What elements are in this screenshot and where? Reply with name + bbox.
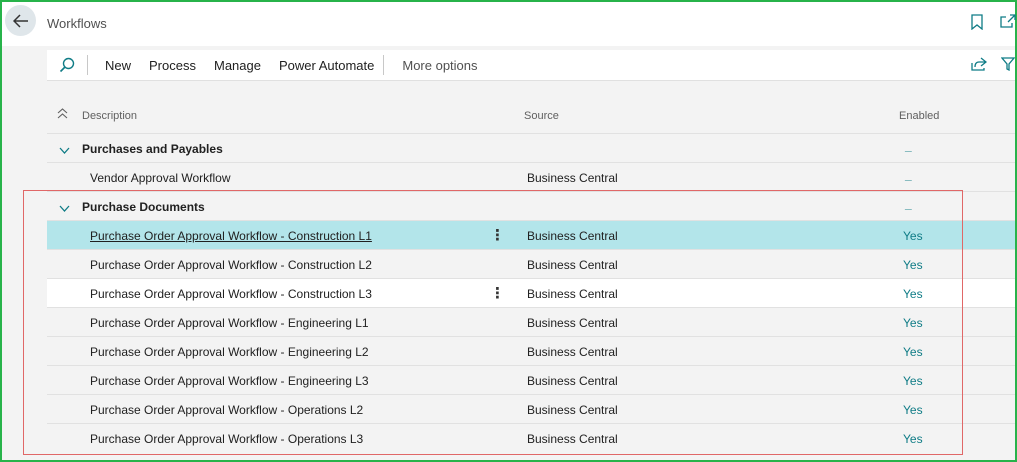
more-vertical-icon[interactable]: ⋮ xyxy=(490,226,505,244)
table-row[interactable]: Purchase Order Approval Workflow - Opera… xyxy=(47,423,1015,452)
enabled-value: _ xyxy=(905,168,912,182)
filter-icon[interactable] xyxy=(1000,57,1016,76)
separator xyxy=(87,55,88,75)
search-icon xyxy=(59,57,75,73)
action-bar-divider xyxy=(47,80,1015,81)
enabled-cell: Yes xyxy=(903,258,923,272)
source-cell: Business Central xyxy=(527,403,618,417)
group-name: Purchase Documents xyxy=(82,200,205,214)
enabled-cell: Yes xyxy=(903,403,923,417)
process-action[interactable]: Process xyxy=(140,50,205,80)
enabled-value: _ xyxy=(905,197,912,211)
description-cell: Purchase Order Approval Workflow - Const… xyxy=(90,287,372,301)
enabled-cell: Yes xyxy=(903,345,923,359)
table-row[interactable]: Purchase Order Approval Workflow - Engin… xyxy=(47,307,1015,336)
manage-action[interactable]: Manage xyxy=(205,50,270,80)
source-cell: Business Central xyxy=(527,258,618,272)
table-row[interactable]: Purchase Order Approval Workflow - Const… xyxy=(47,249,1015,278)
description-cell: Purchase Order Approval Workflow - Engin… xyxy=(90,345,369,359)
enabled-value: _ xyxy=(905,139,912,153)
more-options-action[interactable]: More options xyxy=(392,50,486,80)
bookmark-icon[interactable] xyxy=(971,14,983,35)
group-name: Purchases and Payables xyxy=(82,142,223,156)
description-cell: Purchase Order Approval Workflow - Opera… xyxy=(90,432,364,446)
table-row[interactable]: Purchase Order Approval Workflow - Const… xyxy=(47,278,1015,307)
group-row[interactable]: Purchase Documents _ xyxy=(47,191,1015,220)
search-button[interactable] xyxy=(47,50,87,80)
description-link[interactable]: Purchase Order Approval Workflow - Const… xyxy=(90,229,372,243)
page-header: Workflows xyxy=(2,2,1016,46)
column-header-row: Description Source Enabled xyxy=(47,96,1015,133)
column-source[interactable]: Source xyxy=(524,110,559,122)
more-vertical-icon[interactable]: ⋮ xyxy=(490,284,505,302)
popout-icon[interactable] xyxy=(1000,14,1016,33)
column-description[interactable]: Description xyxy=(82,110,137,122)
enabled-cell: Yes xyxy=(903,287,923,301)
source-cell: Business Central xyxy=(527,287,618,301)
table-row[interactable]: Purchase Order Approval Workflow - Engin… xyxy=(47,365,1015,394)
description-cell: Purchase Order Approval Workflow - Engin… xyxy=(90,316,369,330)
enabled-cell: Yes xyxy=(903,374,923,388)
action-bar: New Process Manage Power Automate More o… xyxy=(47,50,1016,81)
new-action[interactable]: New xyxy=(96,50,140,80)
table-row[interactable]: Vendor Approval Workflow Business Centra… xyxy=(47,162,1015,191)
table-row[interactable]: Purchase Order Approval Workflow - Opera… xyxy=(47,394,1015,423)
power-automate-action[interactable]: Power Automate xyxy=(270,50,383,80)
description-cell: Vendor Approval Workflow xyxy=(90,171,231,185)
source-cell: Business Central xyxy=(527,432,618,446)
enabled-cell: Yes xyxy=(903,316,923,330)
description-cell: Purchase Order Approval Workflow - Opera… xyxy=(90,403,364,417)
source-cell: Business Central xyxy=(527,229,618,243)
collapse-all-icon[interactable] xyxy=(57,108,68,122)
description-cell: Purchase Order Approval Workflow - Const… xyxy=(90,258,372,272)
description-cell: Purchase Order Approval Workflow - Engin… xyxy=(90,374,369,388)
chevron-down-icon[interactable] xyxy=(59,201,70,215)
back-button[interactable] xyxy=(5,5,36,36)
workflows-grid: Description Source Enabled Purchases and… xyxy=(47,96,1015,452)
source-cell: Business Central xyxy=(527,374,618,388)
enabled-cell: Yes xyxy=(903,229,923,243)
group-row[interactable]: Purchases and Payables _ xyxy=(47,133,1015,162)
column-enabled[interactable]: Enabled xyxy=(899,110,939,122)
arrow-left-icon xyxy=(12,13,28,28)
page-title: Workflows xyxy=(47,16,107,31)
source-cell: Business Central xyxy=(527,345,618,359)
source-cell: Business Central xyxy=(527,171,618,185)
share-icon[interactable] xyxy=(971,57,988,76)
table-row[interactable]: Purchase Order Approval Workflow - Engin… xyxy=(47,336,1015,365)
separator xyxy=(383,55,385,75)
table-row[interactable]: Purchase Order Approval Workflow - Const… xyxy=(47,220,1015,249)
page-content: New Process Manage Power Automate More o… xyxy=(2,46,1016,460)
enabled-cell: Yes xyxy=(903,432,923,446)
source-cell: Business Central xyxy=(527,316,618,330)
chevron-down-icon[interactable] xyxy=(59,143,70,157)
